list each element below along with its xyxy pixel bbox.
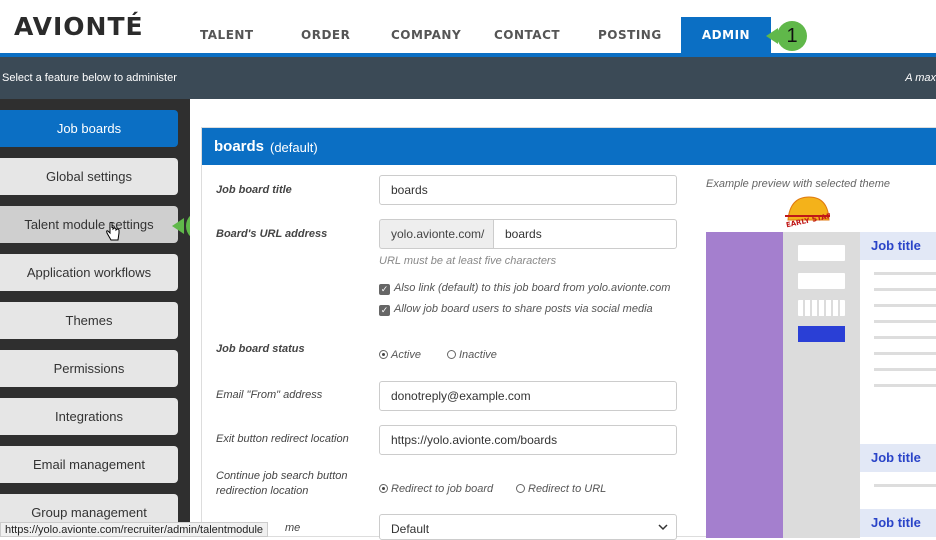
- panel-header: boards (default): [202, 128, 936, 165]
- status-label: Job board status: [216, 343, 305, 355]
- sidebar-item-application-workflows[interactable]: Application workflows: [0, 254, 178, 291]
- subheader-note: A max: [905, 72, 936, 84]
- panel-subtitle: (default): [270, 140, 318, 155]
- status-inactive-radio[interactable]: Inactive: [447, 349, 497, 361]
- radio-selected-icon: [379, 350, 388, 359]
- tab-contact[interactable]: CONTACT: [494, 28, 560, 42]
- sidebar-item-talent-module-settings[interactable]: Talent module settings: [0, 206, 178, 243]
- email-from-input[interactable]: donotreply@example.com: [379, 381, 677, 411]
- continue-label-line1: Continue job search button: [216, 470, 348, 482]
- url-input[interactable]: boards: [493, 219, 677, 249]
- also-link-label: Also link (default) to this job board fr…: [394, 282, 671, 294]
- sidebar-item-permissions[interactable]: Permissions: [0, 350, 178, 387]
- exit-redirect-input[interactable]: https://yolo.avionte.com/boards: [379, 425, 677, 455]
- preview-sidebar-purple: [706, 232, 783, 538]
- status-active-label: Active: [391, 349, 421, 361]
- sidebar-item-email-management[interactable]: Email management: [0, 446, 178, 483]
- checkbox-checked-icon: ✓: [379, 305, 390, 316]
- tab-posting[interactable]: POSTING: [598, 28, 662, 42]
- job-board-title-label: Job board title: [216, 184, 292, 196]
- subheader-instruction: Select a feature below to administer: [2, 72, 177, 84]
- sample-logo-sun-icon: EARLY STARTING: [785, 196, 830, 229]
- continue-label-line2: redirection location: [216, 485, 309, 497]
- preview-text-line: [874, 320, 936, 323]
- preview-filter-box: [798, 273, 845, 289]
- radio-empty-icon: [447, 350, 456, 359]
- admin-subheader: Select a feature below to administer A m…: [0, 57, 936, 99]
- browser-status-bar: https://yolo.avionte.com/recruiter/admin…: [0, 522, 269, 537]
- tab-company[interactable]: COMPANY: [391, 28, 461, 42]
- also-link-checkbox[interactable]: ✓ Also link (default) to this job board f…: [379, 282, 670, 295]
- admin-sidebar: Job boards Global settings Talent module…: [0, 99, 190, 537]
- redirect-board-radio[interactable]: Redirect to job board: [379, 483, 493, 495]
- radio-selected-icon: [379, 484, 388, 493]
- tab-order[interactable]: ORDER: [301, 28, 350, 42]
- callout-1-badge: 1: [777, 21, 807, 51]
- preview-text-line: [874, 272, 936, 275]
- checkbox-checked-icon: ✓: [379, 284, 390, 295]
- preview-filter-checks: [798, 300, 845, 316]
- preview-caption: Example preview with selected theme: [706, 178, 891, 190]
- sidebar-item-job-boards[interactable]: Job boards: [0, 110, 178, 147]
- status-active-radio[interactable]: Active: [379, 349, 421, 361]
- preview-text-line: [874, 484, 936, 487]
- preview-text-line: [874, 304, 936, 307]
- main-content: boards (default) Job board title boards …: [190, 99, 936, 540]
- job-board-panel: boards (default) Job board title boards …: [201, 127, 936, 540]
- preview-search-button: [798, 326, 845, 342]
- preview-job-title: Job title: [860, 232, 936, 260]
- callout-2-pointer: [172, 218, 184, 234]
- theme-select[interactable]: Default: [379, 514, 677, 540]
- theme-label: me: [285, 522, 301, 534]
- preview-job-title: Job title: [860, 509, 936, 537]
- preview-text-line: [874, 288, 936, 291]
- tab-talent[interactable]: TALENT: [200, 28, 254, 42]
- preview-text-line: [874, 368, 936, 371]
- radio-empty-icon: [516, 484, 525, 493]
- sidebar-item-integrations[interactable]: Integrations: [0, 398, 178, 435]
- email-from-label: Email "From" address: [216, 389, 323, 401]
- redirect-url-label: Redirect to URL: [528, 483, 607, 495]
- hand-cursor-icon: [106, 222, 120, 241]
- preview-filter-box: [798, 245, 845, 261]
- redirect-url-radio[interactable]: Redirect to URL: [516, 483, 606, 495]
- preview-text-line: [874, 352, 936, 355]
- url-prefix: yolo.avionte.com/: [379, 219, 493, 249]
- avionte-logo[interactable]: AVIONTÉ: [14, 12, 144, 41]
- panel-title: boards: [214, 138, 265, 155]
- preview-text-line: [874, 336, 936, 339]
- theme-select-value: Default: [391, 522, 430, 536]
- allow-share-checkbox[interactable]: ✓ Allow job board users to share posts vi…: [379, 303, 653, 316]
- job-board-title-input[interactable]: boards: [379, 175, 677, 205]
- exit-redirect-label: Exit button redirect location: [216, 433, 349, 445]
- url-hint: URL must be at least five characters: [379, 255, 557, 267]
- url-label: Board's URL address: [216, 228, 328, 240]
- sidebar-item-global-settings[interactable]: Global settings: [0, 158, 178, 195]
- sidebar-item-themes[interactable]: Themes: [0, 302, 178, 339]
- status-inactive-label: Inactive: [459, 349, 497, 361]
- preview-text-line: [874, 384, 936, 387]
- redirect-board-label: Redirect to job board: [391, 483, 494, 495]
- chevron-down-icon: [658, 524, 668, 531]
- tab-admin[interactable]: ADMIN: [681, 17, 771, 53]
- allow-share-label: Allow job board users to share posts via…: [394, 303, 653, 315]
- preview-job-title: Job title: [860, 444, 936, 472]
